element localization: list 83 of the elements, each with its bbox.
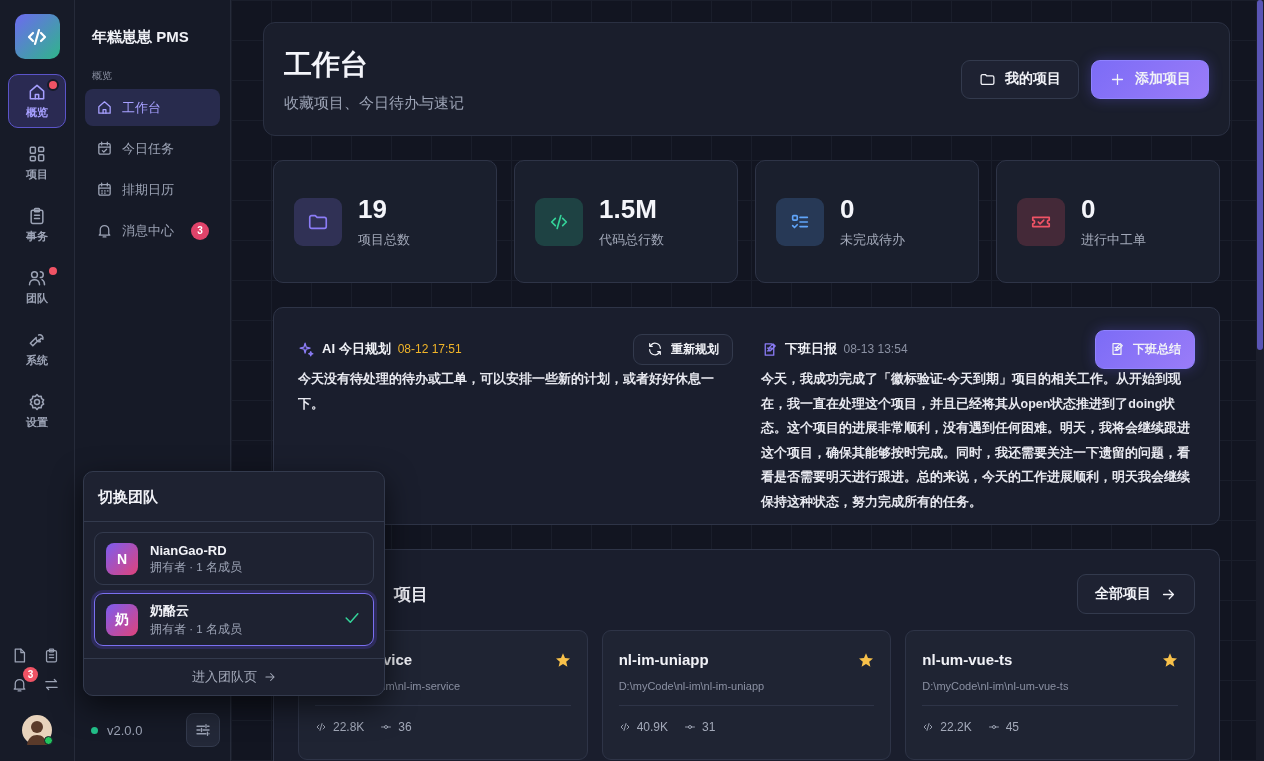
commit-count: 45 xyxy=(1005,720,1020,734)
bell-icon xyxy=(11,676,28,693)
line-count: 22.2K xyxy=(940,720,972,734)
code-icon xyxy=(315,721,327,733)
nav-item[interactable]: 今日任务 xyxy=(85,130,220,167)
version-label: v2.0.0 xyxy=(107,722,143,738)
project-name: vice xyxy=(382,651,413,668)
users-icon xyxy=(27,268,47,288)
app-logo[interactable] xyxy=(14,14,60,59)
settings-icon xyxy=(27,392,47,412)
rail-item[interactable]: 设置 xyxy=(8,384,66,438)
all-projects-button[interactable]: 全部项目 xyxy=(1077,574,1195,614)
sliders-icon xyxy=(194,721,212,739)
stat-value: 0 xyxy=(1081,194,1097,225)
timestamp: 08-13 13:54 xyxy=(843,342,908,356)
stat-label: 项目总数 xyxy=(358,231,410,249)
project-name: nl-um-vue-ts xyxy=(922,651,1013,668)
rail-item[interactable]: 系统 xyxy=(8,322,66,376)
count-badge: 3 xyxy=(191,221,209,240)
sparkle-icon xyxy=(298,340,315,358)
project-path: D:\myCode\nl-im\nl-um-vue-ts xyxy=(922,680,1069,692)
stat-label: 未完成待办 xyxy=(840,231,905,249)
panel-title: AI 今日规划 xyxy=(322,340,391,358)
project-path: D:\myCode\nl-im\nl-im-uniapp xyxy=(618,680,765,692)
team-avatar: 奶 xyxy=(106,603,138,636)
project-card[interactable]: nl-im-uniapp D:\myCode\nl-im\nl-im-uniapp 40.9K 31 xyxy=(601,630,892,760)
team-role: 拥有者 · 1 名成员 xyxy=(150,559,242,575)
my-projects-button[interactable]: 我的项目 xyxy=(961,59,1079,99)
rail-item[interactable]: 团队 xyxy=(8,260,66,314)
stat-value: 19 xyxy=(358,194,388,225)
team-option[interactable]: 奶 奶酪云 拥有者 · 1 名成员 xyxy=(94,593,374,646)
status-dot xyxy=(91,726,98,734)
team-name: 奶酪云 xyxy=(150,602,190,620)
note-icon xyxy=(1109,341,1125,357)
app-title: 年糕崽崽 PMS xyxy=(91,28,190,47)
line-count: 22.8K xyxy=(333,720,365,734)
nav-item[interactable]: 工作台 xyxy=(85,89,220,126)
commit-count: 31 xyxy=(702,720,716,734)
panel-text: 今天，我成功完成了「徽标验证-今天到期」项目的相关工作。从开始到现在，我一直在处理这个项目，并且已经将其从open状态推进到了doing状态。这个项目的进展非常顺利，没有遇到任何困难。明天，我将会继续跟进这个项目，确保其能够按时完成。同时，我还需要关注一下遗留的问题，看看是否需要明天进行跟进。总的来说，今天的工作进展顺利，明天我会继续保持这种状态，努力完成所有的任务。 xyxy=(760,370,1191,511)
calendar-icon xyxy=(96,181,113,198)
home-icon xyxy=(27,82,47,102)
page-subtitle: 收藏项目、今日待办与速记 xyxy=(284,93,464,113)
rail-item[interactable]: 概览 xyxy=(8,74,66,128)
rail-item[interactable]: 项目 xyxy=(8,136,66,190)
clipboard-icon xyxy=(27,206,47,226)
page-title: 工作台 xyxy=(284,47,369,82)
project-name: nl-im-uniapp xyxy=(618,651,709,668)
arrow-right-icon xyxy=(262,670,277,684)
grid-icon xyxy=(27,144,47,164)
team-avatar: N xyxy=(106,542,138,575)
replan-button[interactable]: 重新规划 xyxy=(632,333,733,365)
stat-value: 1.5M xyxy=(599,194,658,225)
clipboard-icon xyxy=(43,647,60,664)
nav-item[interactable]: 消息中心 3 xyxy=(85,212,220,249)
line-count: 40.9K xyxy=(636,720,668,734)
section-title: 项目 xyxy=(392,583,428,606)
code-icon xyxy=(618,721,631,733)
rail-item[interactable]: 事务 xyxy=(8,198,66,252)
swap-icon xyxy=(43,676,60,693)
refresh-icon xyxy=(646,341,663,357)
project-path: im\nl-im-service xyxy=(383,680,460,692)
commit-count: 36 xyxy=(398,720,412,734)
team-option[interactable]: N NianGao-RD 拥有者 · 1 名成员 xyxy=(94,532,374,585)
section-label: 概览 xyxy=(91,69,113,83)
calendar-check-icon xyxy=(96,140,113,157)
nav-item[interactable]: 排期日历 xyxy=(85,171,220,208)
stat-value: 0 xyxy=(840,194,856,225)
avatar[interactable] xyxy=(22,715,52,745)
stat-label: 进行中工单 xyxy=(1081,231,1146,249)
panel-text: 今天没有待处理的待办或工单，可以安排一些新的计划，或者好好休息一下。 xyxy=(298,370,715,413)
code-icon xyxy=(922,721,935,733)
settings-button[interactable] xyxy=(186,713,220,747)
timestamp: 08-12 17:51 xyxy=(397,342,462,356)
project-card[interactable]: nl-um-vue-ts D:\myCode\nl-im\nl-um-vue-ts 22.2K 45 xyxy=(905,630,1195,760)
bell-icon xyxy=(96,222,113,239)
stat-label: 代码总行数 xyxy=(599,231,664,249)
home-icon xyxy=(96,99,113,116)
team-role: 拥有者 · 1 名成员 xyxy=(150,622,242,637)
panel-title: 下班日报 xyxy=(784,340,837,358)
scrollbar[interactable] xyxy=(1256,0,1264,761)
popup-title: 切换团队 xyxy=(84,472,384,522)
team-name: NianGao-RD xyxy=(150,542,228,558)
notification-badge: 3 xyxy=(23,667,38,682)
